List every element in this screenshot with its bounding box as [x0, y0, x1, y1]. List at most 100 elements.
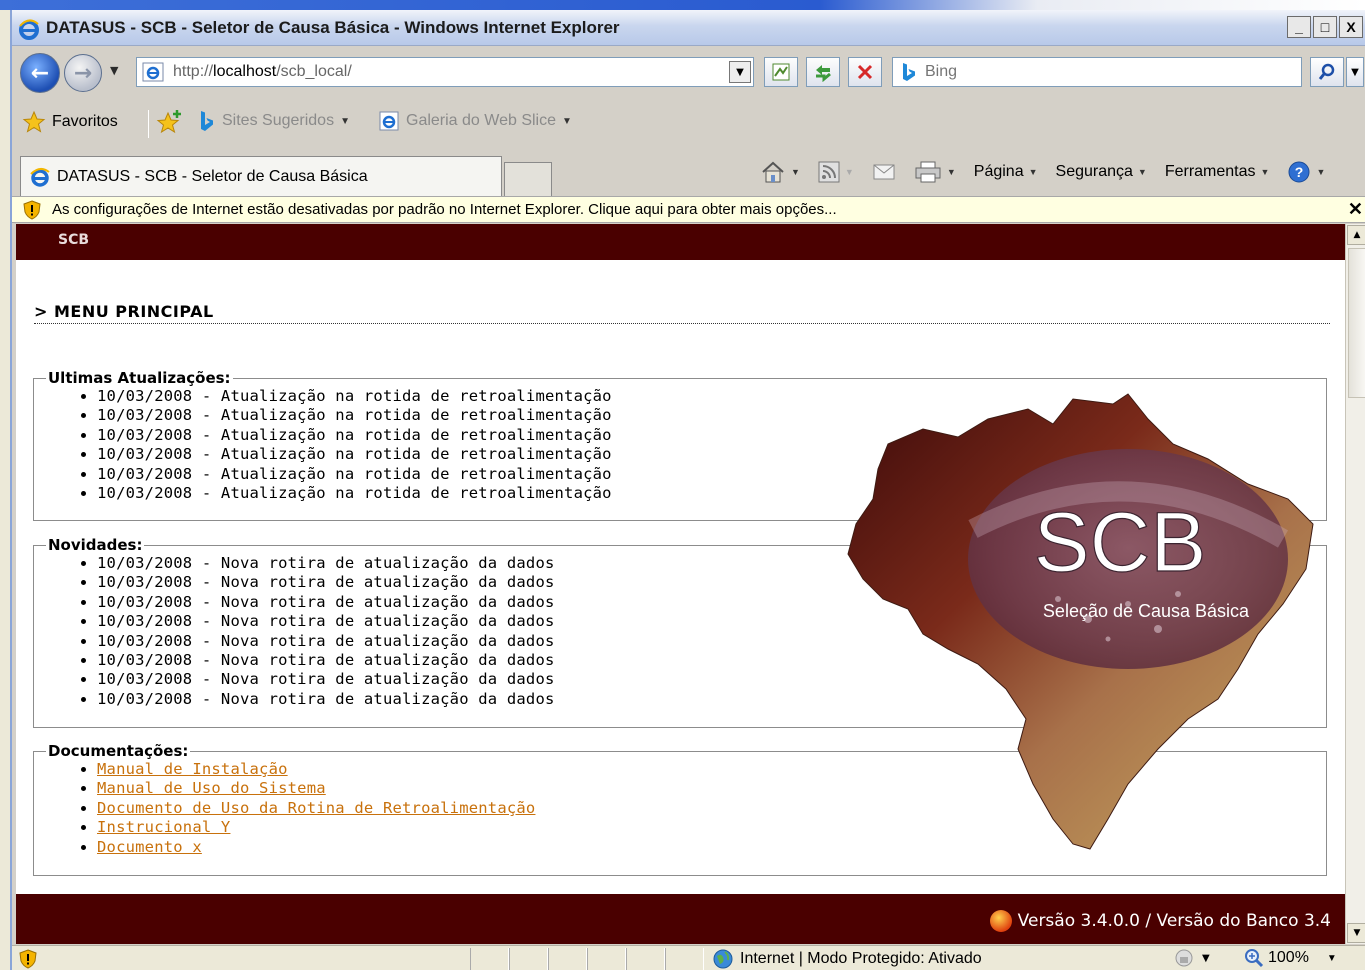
- information-bar[interactable]: As configurações de Internet estão desat…: [12, 196, 1365, 223]
- updates-legend: Ultimas Atualizações:: [48, 369, 231, 387]
- minimize-button[interactable]: _: [1287, 16, 1311, 38]
- status-panel: [665, 948, 704, 970]
- tab-scb[interactable]: DATASUS - SCB - Seletor de Causa Básica: [20, 156, 502, 196]
- doc-link-installation[interactable]: Manual de Instalação: [97, 760, 288, 778]
- address-toolbar: ← → ▼ http://localhost/scb_local/ ▼ Bing…: [12, 48, 1365, 98]
- status-panel: [626, 948, 665, 970]
- status-bar: Internet | Modo Protegido: Ativado ▼ 100…: [12, 945, 1365, 970]
- protected-mode-button[interactable]: ▼: [1172, 948, 1210, 968]
- home-button[interactable]: ▼: [760, 160, 800, 184]
- site-footer: Versão 3.4.0.0 / Versão do Banco 3.4: [16, 894, 1345, 944]
- version-info: Versão 3.4.0.0 / Versão do Banco 3.4: [989, 910, 1331, 932]
- zoom-control[interactable]: 100% ▼: [1244, 948, 1337, 968]
- chevron-down-icon: ▼: [562, 115, 572, 127]
- doc-link-instructional-y[interactable]: Instrucional Y: [97, 818, 230, 836]
- favorites-bar: Favoritos Sites Sugeridos ▼ Galeria do W…: [12, 100, 1365, 146]
- search-button[interactable]: [1310, 57, 1344, 87]
- status-panel: [548, 948, 587, 970]
- printer-icon: [915, 161, 941, 183]
- new-tab-button[interactable]: [504, 162, 552, 196]
- close-window-button[interactable]: X: [1339, 16, 1363, 38]
- search-input[interactable]: [923, 61, 1283, 83]
- ie-page-icon: [379, 111, 399, 131]
- address-bar[interactable]: http://localhost/scb_local/ ▼: [136, 57, 754, 87]
- arrow-right-icon: →: [73, 60, 93, 86]
- maximize-button[interactable]: □: [1313, 16, 1337, 38]
- page-ie-icon: [142, 62, 164, 82]
- home-icon: [762, 161, 784, 183]
- favorites-separator: [148, 110, 149, 138]
- chevron-down-icon: ▼: [1137, 167, 1147, 177]
- add-favorites-button[interactable]: [156, 110, 182, 134]
- print-button[interactable]: ▼: [914, 160, 956, 184]
- chevron-down-icon: ▼: [1202, 952, 1210, 964]
- url-text[interactable]: http://localhost/scb_local/: [173, 63, 352, 81]
- page-menu[interactable]: Página ▼: [974, 163, 1038, 181]
- internet-globe-icon: [713, 949, 733, 969]
- chevron-down-icon[interactable]: ▼: [947, 167, 956, 177]
- infobar-message: As configurações de Internet estão desat…: [52, 201, 837, 218]
- zoom-magnifier-icon: [1245, 949, 1264, 968]
- status-shield-icon[interactable]: [18, 949, 38, 969]
- command-bar: ▼ ▼ ▼ Página ▼ Segurança ▼ Ferramentas ▼…: [760, 160, 1325, 184]
- scroll-thumb[interactable]: [1348, 248, 1365, 398]
- refresh-button[interactable]: [806, 57, 840, 87]
- news-legend: Novidades:: [48, 536, 143, 554]
- logo-title: SCB: [1034, 495, 1207, 589]
- desktop-background-strip: [0, 0, 1365, 10]
- chevron-down-icon: ▼: [340, 115, 350, 127]
- back-button[interactable]: ←: [20, 53, 60, 93]
- ie-logo-icon: [30, 168, 50, 187]
- vertical-scrollbar[interactable]: ▲ ▼: [1345, 224, 1365, 944]
- feeds-button[interactable]: ▼: [818, 161, 854, 183]
- scroll-down-arrow-icon[interactable]: ▼: [1347, 923, 1365, 943]
- ie-logo-icon: [19, 19, 39, 40]
- scb-brazil-map-logo: SCB Seleção de Causa Básica: [847, 393, 1314, 850]
- read-mail-button[interactable]: [872, 162, 896, 182]
- bing-suggested-icon: [201, 111, 213, 131]
- refresh-icon: [816, 65, 831, 82]
- site-header: SCB: [16, 224, 1345, 260]
- security-zone[interactable]: Internet | Modo Protegido: Ativado: [712, 948, 982, 970]
- arrow-left-icon: ←: [30, 60, 50, 86]
- stop-button[interactable]: [848, 57, 882, 87]
- chevron-down-icon[interactable]: ▼: [845, 167, 854, 177]
- rss-feed-icon: [818, 161, 840, 183]
- status-panels: [470, 948, 704, 970]
- chevron-down-icon: ▼: [1260, 167, 1270, 177]
- status-panel: [587, 948, 626, 970]
- security-menu[interactable]: Segurança ▼: [1056, 163, 1147, 181]
- page-title: > MENU PRINCIPAL: [34, 302, 1330, 324]
- bing-icon: [903, 63, 915, 81]
- star-icon: [22, 110, 46, 133]
- site-brand: SCB: [58, 232, 90, 248]
- tools-menu[interactable]: Ferramentas ▼: [1165, 163, 1270, 181]
- forward-button[interactable]: →: [64, 54, 102, 92]
- help-menu[interactable]: ? ▼: [1287, 160, 1325, 184]
- status-panel: [470, 948, 509, 970]
- add-favorite-star-icon: [156, 110, 181, 134]
- chevron-down-icon[interactable]: ▼: [791, 167, 800, 177]
- close-infobar-icon[interactable]: ✕: [1348, 199, 1363, 220]
- doc-link-document-x[interactable]: Documento x: [97, 838, 202, 856]
- chevron-down-icon: ▼: [1326, 952, 1337, 964]
- stop-x-icon: [857, 64, 873, 80]
- search-box[interactable]: [892, 57, 1302, 87]
- history-dropdown-icon[interactable]: ▼: [110, 64, 118, 77]
- chevron-down-icon: ▼: [1316, 167, 1326, 177]
- lock-settings-icon: [1175, 949, 1193, 967]
- address-dropdown-icon[interactable]: ▼: [729, 61, 751, 83]
- chevron-down-icon: ▼: [1028, 167, 1038, 177]
- search-options-dropdown[interactable]: ▼: [1346, 57, 1364, 87]
- version-logo-icon: [989, 910, 1012, 932]
- doc-link-retro-routine[interactable]: Documento de Uso da Rotina de Retroalime…: [97, 799, 535, 817]
- web-slice-gallery-link[interactable]: Galeria do Web Slice ▼: [378, 110, 572, 132]
- warning-shield-icon: [23, 200, 41, 220]
- compatibility-view-button[interactable]: [764, 57, 798, 87]
- doc-link-user-manual[interactable]: Manual de Uso do Sistema: [97, 779, 326, 797]
- favorites-button[interactable]: Favoritos: [22, 110, 118, 134]
- docs-legend: Documentações:: [48, 742, 189, 760]
- scroll-up-arrow-icon[interactable]: ▲: [1347, 225, 1365, 245]
- suggested-sites-link[interactable]: Sites Sugeridos ▼: [198, 110, 350, 132]
- help-icon: ?: [1288, 161, 1310, 183]
